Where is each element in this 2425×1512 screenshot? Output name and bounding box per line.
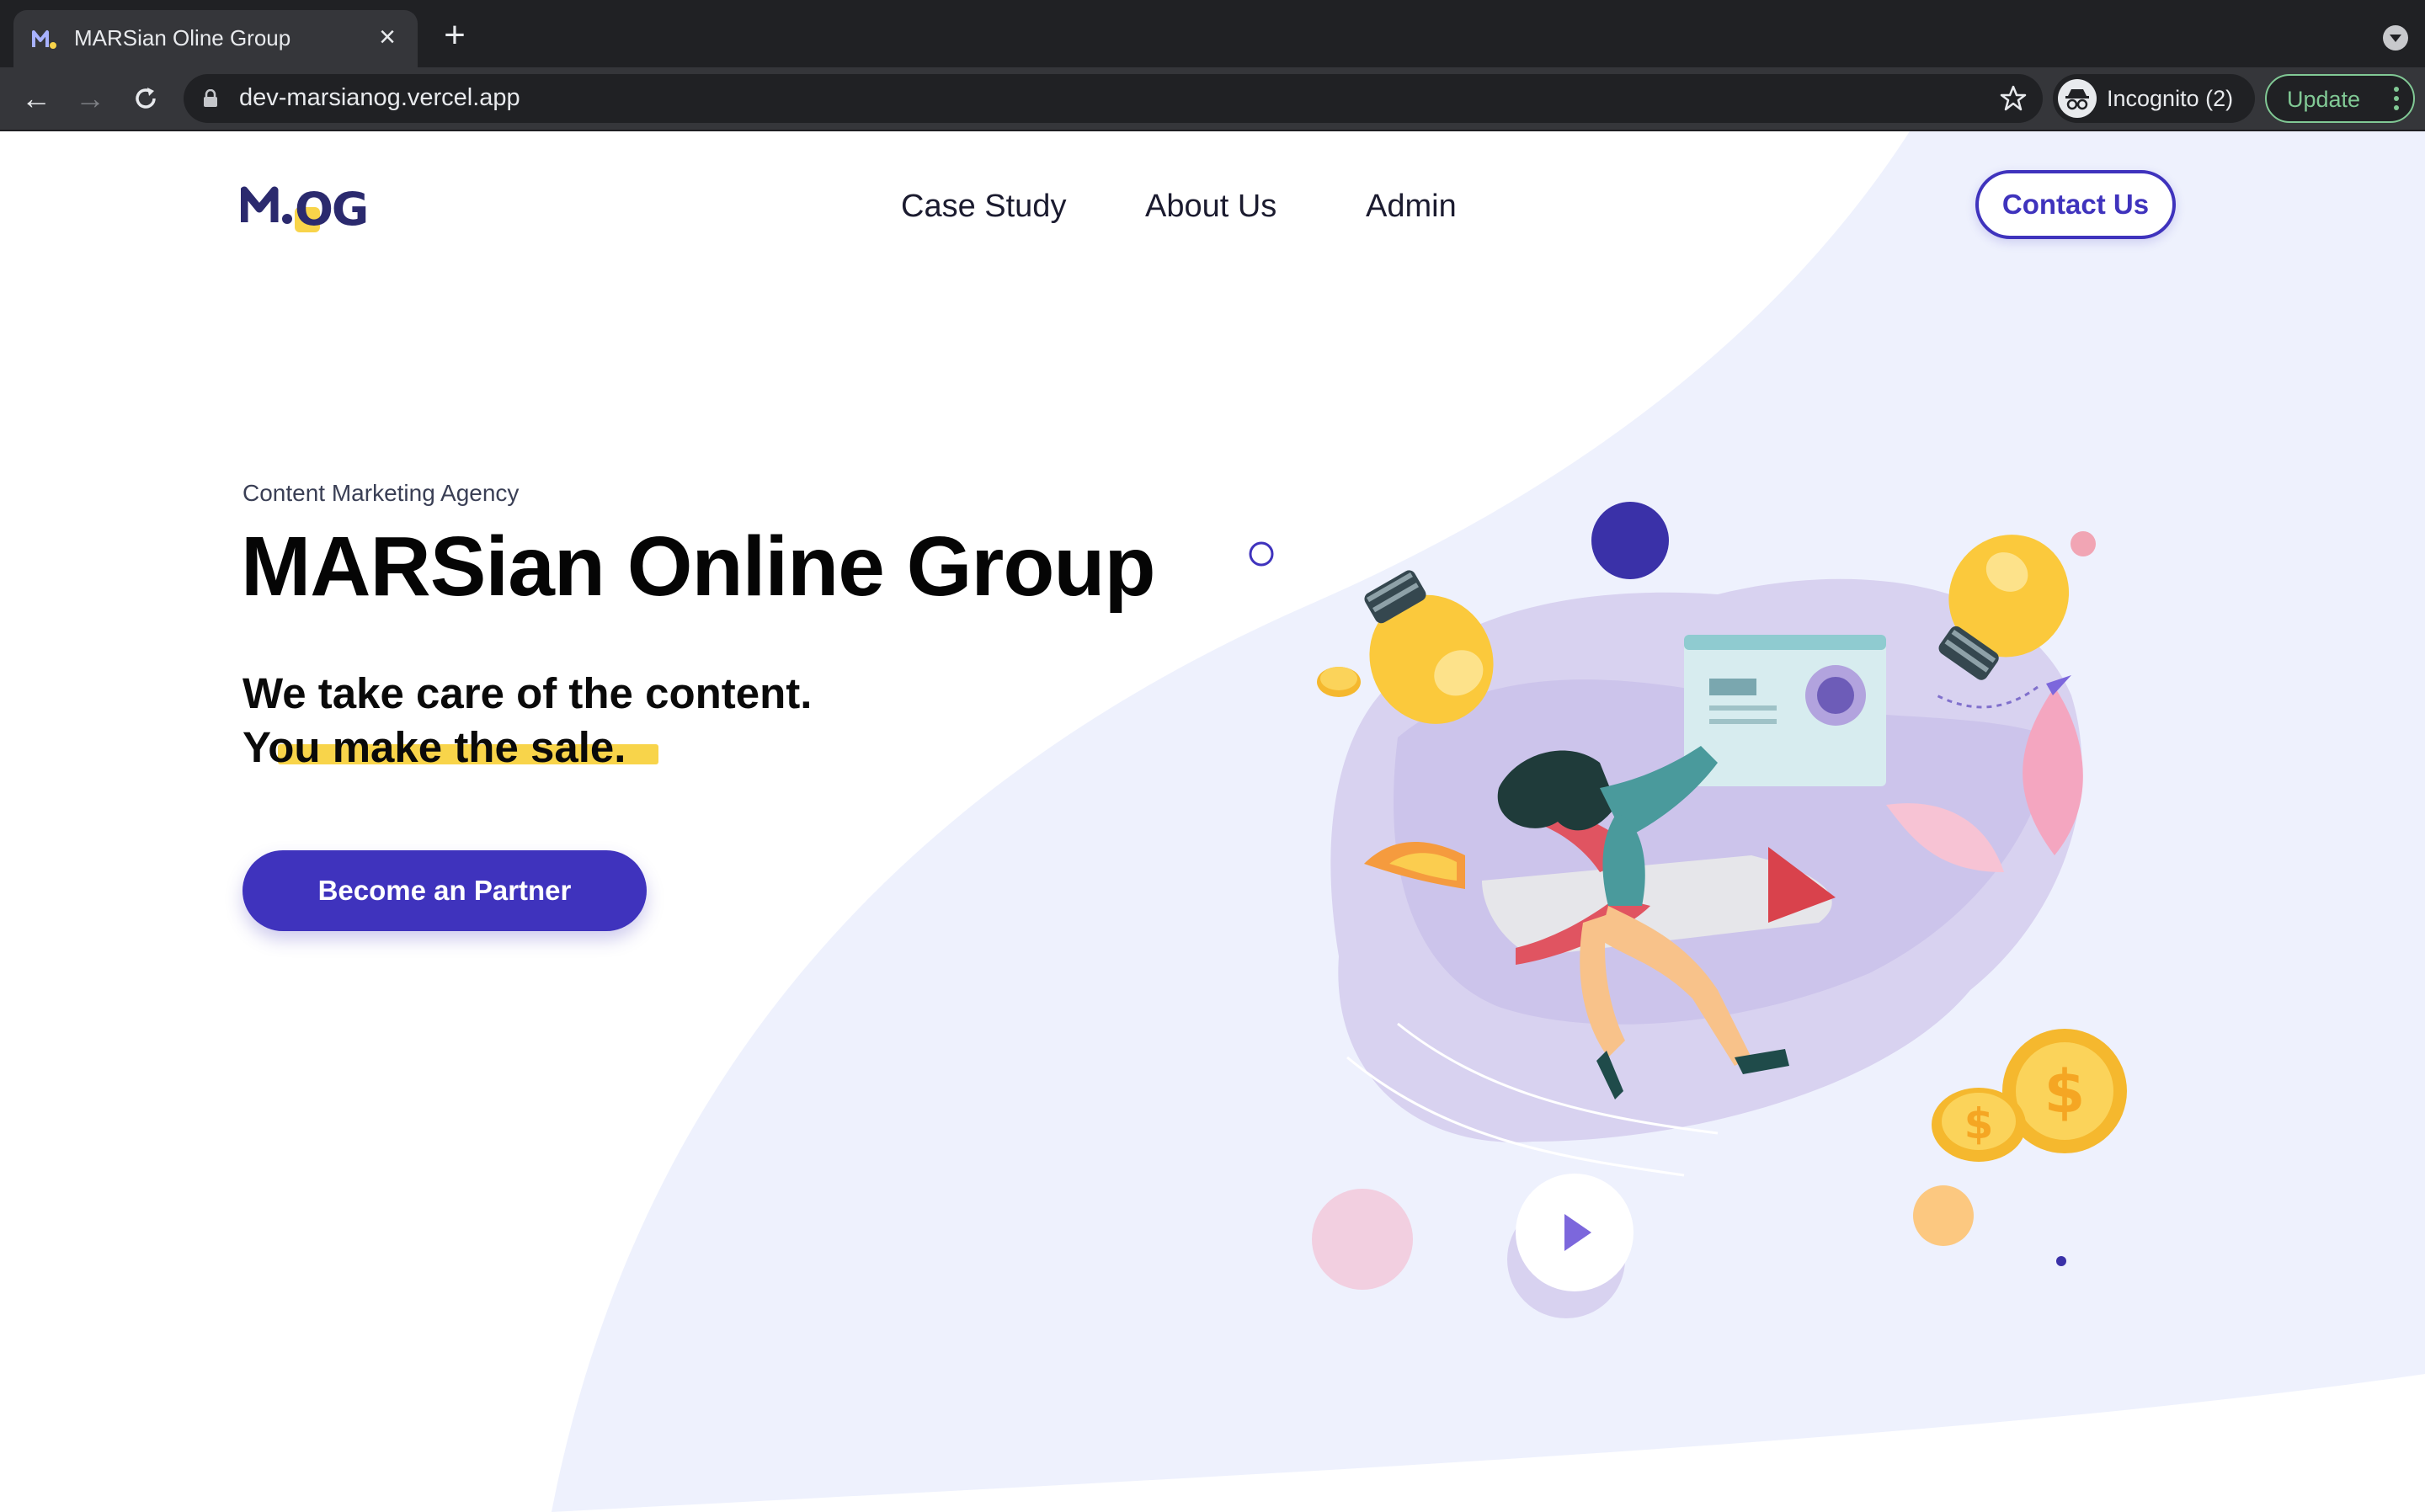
update-button[interactable]: Update [2265, 74, 2415, 123]
back-icon[interactable]: ← [17, 79, 56, 118]
nav-case-study[interactable]: Case Study [901, 189, 1066, 225]
reload-icon[interactable] [126, 79, 165, 118]
update-label: Update [2287, 87, 2361, 112]
browser-toolbar: ← → dev-marsianog.vercel.app Incognito (… [0, 67, 2425, 131]
tagline-line-2: You make the sale. [242, 723, 626, 771]
tab-title: MARSian Oline Group [74, 25, 291, 51]
decor-dot-icon [1591, 502, 1669, 579]
hero-title: MARSian Online Group [241, 519, 1156, 614]
hero-tagline: We take care of the content. You make th… [242, 667, 812, 775]
decor-dot-icon [1312, 1189, 1413, 1290]
hero-eyebrow: Content Marketing Agency [242, 480, 520, 506]
become-partner-button[interactable]: Become an Partner [242, 850, 647, 931]
lock-icon[interactable] [202, 89, 219, 108]
menu-icon[interactable] [2393, 86, 2401, 111]
decor-dot-icon [2071, 531, 2096, 556]
incognito-label: Incognito (2) [2107, 86, 2234, 111]
decor-dot-icon [2056, 1256, 2066, 1266]
nav-admin[interactable]: Admin [1366, 189, 1457, 225]
svg-text:$: $ [1964, 1099, 1994, 1148]
new-tab-icon[interactable]: + [438, 17, 472, 54]
favicon-icon [32, 30, 56, 49]
tab-search-icon[interactable] [2383, 25, 2408, 51]
url-text[interactable]: dev-marsianog.vercel.app [239, 84, 520, 112]
forward-icon[interactable]: → [71, 79, 109, 118]
incognito-indicator[interactable]: Incognito (2) [2053, 74, 2255, 123]
svg-text:OG: OG [295, 183, 367, 236]
browser-tab[interactable]: MARSian Oline Group × [13, 10, 418, 67]
svg-text:$: $ [2044, 1057, 2086, 1126]
tagline-line-1: We take care of the content. [242, 669, 813, 717]
browser-tab-strip: MARSian Oline Group × + [0, 0, 2425, 67]
star-icon[interactable] [1999, 84, 2028, 113]
nav-about-us[interactable]: About Us [1145, 189, 1276, 225]
contact-us-button[interactable]: Contact Us [1975, 170, 2176, 239]
hero-illustration: $ $ [1249, 502, 2127, 1318]
decor-ring-icon [1249, 541, 1274, 567]
mog-logo[interactable]: OG [241, 178, 384, 237]
close-icon[interactable]: × [372, 22, 402, 52]
decor-dot-icon [1913, 1185, 1974, 1246]
incognito-icon [2058, 79, 2097, 118]
address-bar[interactable]: dev-marsianog.vercel.app [184, 74, 2043, 123]
web-page: OG Case Study About Us Admin Contact Us … [0, 131, 2425, 1512]
